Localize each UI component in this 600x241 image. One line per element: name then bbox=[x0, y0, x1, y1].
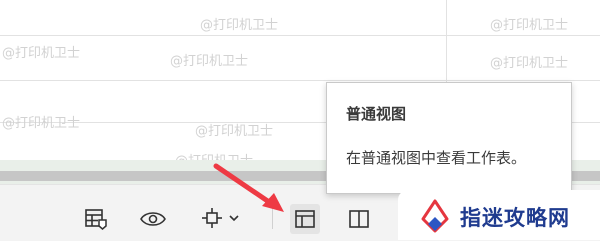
logo-mark-icon bbox=[421, 199, 449, 233]
page-layout-button[interactable] bbox=[82, 204, 112, 234]
watermark: @打印机卫士 bbox=[170, 54, 249, 69]
watermark: @打印机卫士 bbox=[2, 116, 81, 131]
annotation-arrow-icon bbox=[213, 163, 284, 212]
watermark: @打印机卫士 bbox=[200, 18, 279, 33]
watermark: @打印机卫士 bbox=[490, 18, 569, 33]
normal-view-button[interactable] bbox=[290, 204, 320, 234]
watermark: @打印机卫士 bbox=[2, 46, 81, 61]
row-line bbox=[0, 35, 600, 36]
reading-view-button[interactable] bbox=[138, 204, 168, 234]
row-line bbox=[0, 80, 600, 81]
watermark: @打印机卫士 bbox=[195, 124, 274, 139]
watermark: @打印机卫士 bbox=[490, 56, 569, 71]
page-break-icon bbox=[349, 210, 369, 228]
tooltip: 普通视图 在普通视图中查看工作表。 bbox=[326, 82, 572, 194]
tooltip-body: 在普通视图中查看工作表。 bbox=[346, 149, 527, 167]
page-layout-icon bbox=[85, 209, 107, 230]
page-break-button[interactable] bbox=[344, 204, 374, 234]
normal-view-icon bbox=[295, 210, 315, 228]
logo-text: 指迷攻略网 bbox=[460, 206, 570, 230]
logo-badge: 指迷攻略网 bbox=[398, 190, 600, 240]
reading-view-icon bbox=[140, 212, 166, 226]
tooltip-title: 普通视图 bbox=[346, 105, 407, 123]
